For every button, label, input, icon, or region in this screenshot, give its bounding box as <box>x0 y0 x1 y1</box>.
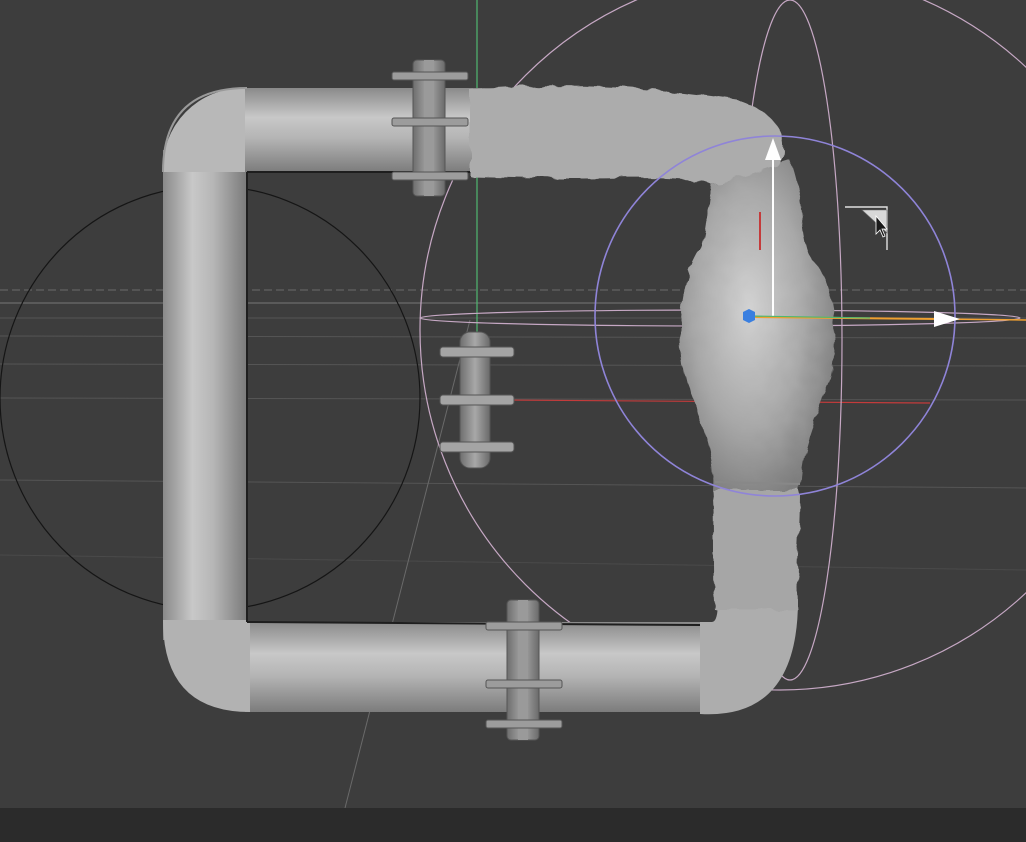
deformed-pipe-segment[interactable] <box>470 85 835 610</box>
gizmo-center-handle[interactable] <box>743 309 755 323</box>
arrow-cursor-icon <box>845 206 888 250</box>
status-bar <box>0 808 1026 842</box>
flange-middle[interactable] <box>439 331 515 469</box>
3d-viewport[interactable] <box>0 0 1026 808</box>
